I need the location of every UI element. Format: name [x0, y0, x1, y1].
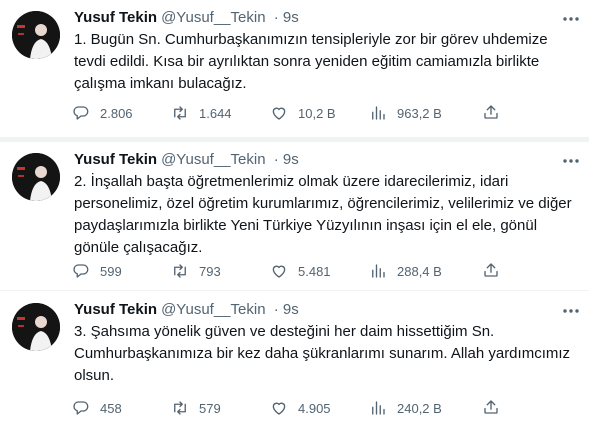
like-count: 5.481	[298, 263, 331, 279]
more-icon[interactable]	[561, 151, 581, 171]
like-icon	[272, 265, 286, 278]
share-icon	[484, 263, 498, 277]
views-button[interactable]: 963,2 B	[369, 103, 442, 123]
views-count: 963,2 B	[397, 105, 442, 121]
views-count: 288,4 B	[397, 263, 442, 279]
retweet-button[interactable]: 793	[171, 261, 221, 281]
like-icon	[272, 107, 286, 120]
tweet-separator	[0, 290, 589, 291]
like-icon	[272, 402, 286, 415]
views-icon	[372, 106, 385, 120]
avatar[interactable]	[12, 303, 60, 351]
reply-count: 599	[100, 263, 122, 279]
tweet-2[interactable]: Yusuf Tekin @Yusuf__Tekin · 9s 2. İnşalla…	[0, 142, 589, 290]
reply-button[interactable]: 599	[72, 261, 122, 281]
retweet-count: 579	[199, 400, 221, 416]
tweet-actions: 458 579 4.905 240,2 B	[72, 398, 502, 418]
tweet-3[interactable]: Yusuf Tekin @Yusuf__Tekin · 9s 3. Şahsıma…	[0, 292, 589, 420]
author-name[interactable]: Yusuf Tekin	[74, 301, 157, 318]
reply-count: 458	[100, 400, 122, 416]
more-icon[interactable]	[561, 301, 581, 321]
share-button[interactable]	[482, 261, 500, 284]
tweet-time[interactable]: · 9s	[274, 301, 299, 318]
retweet-icon	[174, 264, 186, 278]
tweet-text: 1. Bugün Sn. Cumhurbaşkanımızın tensiple…	[74, 31, 548, 92]
reply-button[interactable]: 2.806	[72, 103, 133, 123]
tweet-1[interactable]: Yusuf Tekin @Yusuf__Tekin · 9s 1. Bugün S…	[0, 0, 589, 137]
author-handle[interactable]: @Yusuf__Tekin	[161, 9, 265, 26]
like-button[interactable]: 10,2 B	[270, 103, 336, 123]
views-button[interactable]: 240,2 B	[369, 398, 442, 418]
tweet-text: 2. İnşallah başta öğretmenlerimiz olmak …	[74, 173, 572, 256]
avatar[interactable]	[12, 11, 60, 59]
share-button[interactable]	[482, 103, 500, 126]
share-icon	[484, 105, 498, 119]
views-button[interactable]: 288,4 B	[369, 261, 442, 281]
tweet-header: Yusuf Tekin @Yusuf__Tekin · 9s	[74, 300, 299, 320]
author-name[interactable]: Yusuf Tekin	[74, 151, 157, 168]
reply-icon	[73, 401, 89, 415]
like-count: 4.905	[298, 400, 331, 416]
tweet-actions: 2.806 1.644 10,2 B 963,2 B	[72, 103, 502, 123]
like-button[interactable]: 5.481	[270, 261, 331, 281]
retweet-icon	[174, 106, 186, 120]
views-count: 240,2 B	[397, 400, 442, 416]
avatar[interactable]	[12, 153, 60, 201]
more-icon[interactable]	[561, 9, 581, 29]
reply-icon	[73, 106, 89, 120]
tweet-actions: 599 793 5.481 288,4 B	[72, 261, 502, 281]
tweet-time[interactable]: · 9s	[274, 9, 299, 26]
author-handle[interactable]: @Yusuf__Tekin	[161, 151, 265, 168]
share-icon	[484, 400, 498, 414]
tweet-header: Yusuf Tekin @Yusuf__Tekin · 9s	[74, 8, 299, 28]
tweet-text: 3. Şahsıma yönelik güven ve desteğini he…	[74, 323, 571, 384]
like-count: 10,2 B	[298, 105, 336, 121]
like-button[interactable]: 4.905	[270, 398, 331, 418]
retweet-button[interactable]: 579	[171, 398, 221, 418]
tweet-time[interactable]: · 9s	[274, 151, 299, 168]
tweet-header: Yusuf Tekin @Yusuf__Tekin · 9s	[74, 150, 299, 170]
reply-button[interactable]: 458	[72, 398, 122, 418]
retweet-count: 1.644	[199, 105, 232, 121]
reply-icon	[73, 264, 89, 278]
share-button[interactable]	[482, 398, 500, 421]
retweet-count: 793	[199, 263, 221, 279]
author-name[interactable]: Yusuf Tekin	[74, 9, 157, 26]
retweet-icon	[174, 401, 186, 415]
views-icon	[372, 401, 385, 415]
retweet-button[interactable]: 1.644	[171, 103, 232, 123]
reply-count: 2.806	[100, 105, 133, 121]
author-handle[interactable]: @Yusuf__Tekin	[161, 301, 265, 318]
views-icon	[372, 264, 385, 278]
